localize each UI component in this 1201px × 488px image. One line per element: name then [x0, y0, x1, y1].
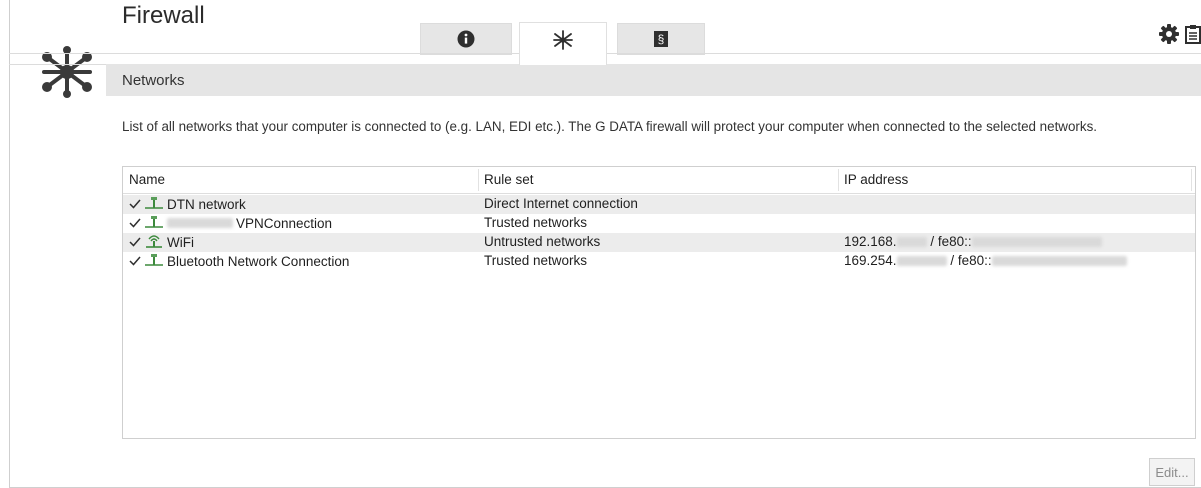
ip-separator: / fe80:: — [926, 234, 972, 249]
wired-network-icon — [145, 254, 163, 266]
networks-table: Name Rule set IP address DTN network Dir… — [122, 166, 1196, 439]
rule-set-cell: Untrusted networks — [484, 234, 601, 249]
window-left-border — [9, 0, 10, 488]
table-row[interactable]: WiFi Untrusted networks 192.168. / fe80:… — [123, 233, 1195, 252]
rule-set-cell: Direct Internet connection — [484, 196, 638, 211]
table-row[interactable]: Bluetooth Network Connection Trusted net… — [123, 252, 1195, 271]
network-name: VPNConnection — [236, 215, 333, 231]
table-row[interactable]: VPNConnection Trusted networks — [123, 214, 1195, 233]
redacted-text — [971, 237, 1102, 248]
edit-button[interactable]: Edit... — [1149, 458, 1195, 486]
wired-network-icon — [145, 197, 163, 209]
section-header: Networks — [106, 64, 1201, 96]
section-sign-icon: § — [654, 31, 668, 47]
checkmark-icon[interactable] — [129, 236, 141, 248]
ip-separator: / fe80:: — [946, 253, 992, 268]
column-divider[interactable] — [838, 169, 839, 191]
column-header-name[interactable]: Name — [129, 172, 165, 187]
ip-address-cell: 192.168. / fe80:: — [844, 234, 1102, 249]
ip-prefix: 192.168. — [844, 234, 897, 249]
rule-set-cell: Trusted networks — [484, 253, 588, 268]
network-name: Bluetooth Network Connection — [167, 253, 350, 269]
network-name: DTN network — [167, 196, 246, 212]
network-name: WiFi — [167, 234, 194, 250]
redacted-text — [167, 218, 233, 228]
redacted-text — [991, 256, 1127, 267]
redacted-text — [896, 256, 947, 267]
tab-info[interactable] — [420, 23, 512, 55]
wired-network-icon — [145, 216, 163, 228]
wifi-network-icon — [146, 235, 162, 248]
column-divider[interactable] — [478, 169, 479, 191]
network-icon — [553, 30, 573, 50]
column-header-ip-address[interactable]: IP address — [844, 172, 908, 187]
ip-address-cell: 169.254. / fe80:: — [844, 253, 1127, 268]
checkmark-icon[interactable] — [129, 217, 141, 229]
checkmark-icon[interactable] — [129, 198, 141, 210]
description-text: List of all networks that your computer … — [122, 119, 1097, 134]
table-header: Name Rule set IP address — [123, 167, 1195, 194]
tab-legal[interactable]: § — [617, 23, 705, 55]
tab-networks[interactable] — [519, 22, 607, 65]
bar-divider — [9, 64, 106, 65]
column-header-rule-set[interactable]: Rule set — [484, 172, 534, 187]
info-icon — [457, 30, 475, 48]
firewall-network-icon — [42, 46, 92, 98]
checkmark-icon[interactable] — [129, 255, 141, 267]
clipboard-icon[interactable] — [1185, 24, 1201, 44]
redacted-text — [896, 237, 927, 248]
ip-prefix: 169.254. — [844, 253, 897, 268]
page-title: Firewall — [122, 2, 205, 29]
rule-set-cell: Trusted networks — [484, 215, 588, 230]
column-divider[interactable] — [1191, 169, 1192, 191]
gear-icon[interactable] — [1159, 24, 1179, 44]
section-title: Networks — [122, 72, 185, 89]
table-row[interactable]: DTN network Direct Internet connection — [123, 195, 1195, 214]
